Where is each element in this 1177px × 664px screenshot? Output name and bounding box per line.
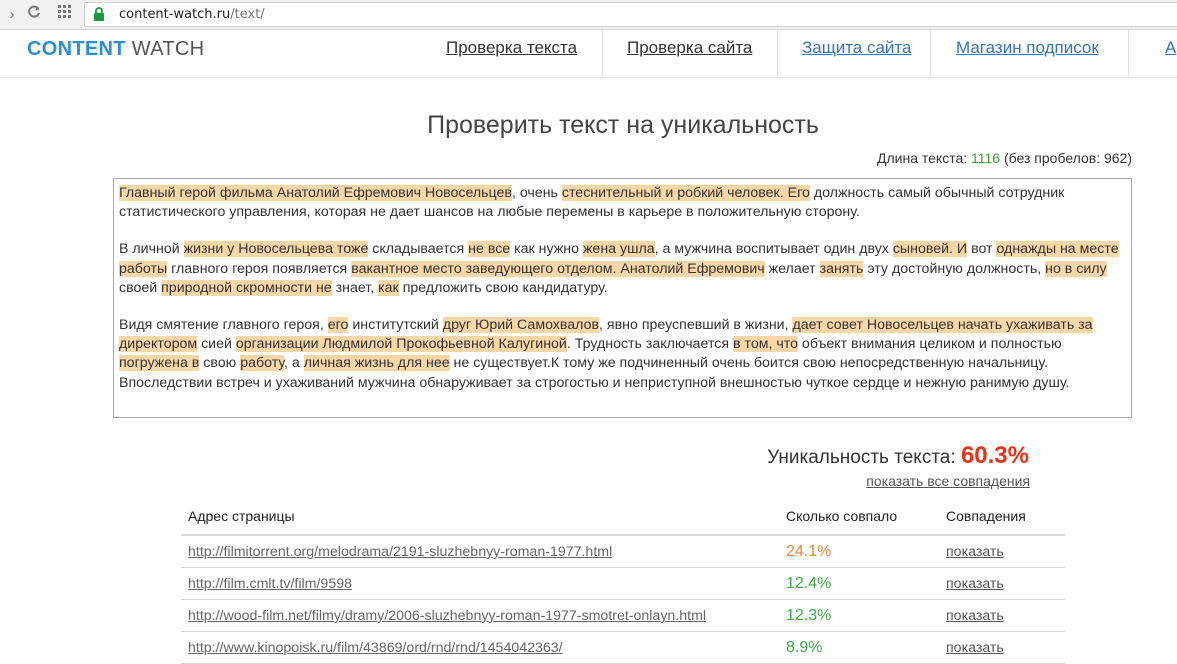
nav-subscription-shop[interactable]: Магазин подписок	[956, 30, 1099, 77]
table-row: http://film.cmlt.tv/film/9598 12.4% пока…	[181, 568, 1065, 600]
nav-item-truncated[interactable]: А	[1165, 30, 1176, 77]
matched-fragment: природной скромности не	[161, 279, 332, 296]
nav-divider	[602, 30, 603, 77]
nav-check-site[interactable]: Проверка сайта	[627, 30, 752, 77]
text-fragment: своей	[119, 279, 162, 296]
result-url-link[interactable]: http://wood-film.net/filmy/dramy/2006-sl…	[188, 607, 706, 625]
table-header: Адрес страницы Сколько совпало Совпадени…	[181, 500, 1065, 536]
lock-icon	[93, 7, 107, 22]
table-row: http://wood-film.net/filmy/dramy/2006-sl…	[181, 600, 1065, 632]
text-fragment: , явно преуспевший в жизни,	[599, 317, 793, 334]
text-length: Длина текста: 1116 (без пробелов: 962)	[877, 150, 1132, 166]
text-fragment: объект внимания целиком и полностью	[797, 336, 1062, 353]
result-url-link[interactable]: http://www.kinopoisk.ru/film/43869/ord/r…	[188, 639, 563, 657]
nav-divider	[930, 30, 931, 77]
nav-divider	[1128, 30, 1129, 77]
text-length-value: 1116	[971, 150, 1001, 166]
page-title: Проверить текст на уникальность	[427, 111, 819, 139]
show-match-link[interactable]: показать	[946, 607, 1004, 625]
text-fragment: желает	[764, 260, 820, 277]
match-percent: 24.1%	[786, 543, 832, 560]
matched-fragment: стеснительный и робкий человек. Его	[561, 185, 810, 201]
apps-icon[interactable]	[55, 5, 75, 25]
matched-fragment: вакантное место заведующего отделом. Ана…	[351, 260, 765, 277]
result-url-link[interactable]: http://film.cmlt.tv/film/9598	[188, 575, 352, 593]
text-fragment: как нужно	[510, 241, 583, 258]
matched-fragment: не все	[468, 241, 511, 258]
column-header-address: Адрес страницы	[188, 508, 295, 524]
matched-fragment: погружена в	[119, 355, 200, 372]
site-header: CONTENT WATCH Проверка текста Проверка са…	[0, 30, 1177, 78]
matched-fragment: друг Юрий Самохвалов	[442, 317, 600, 334]
text-fragment: знает,	[331, 279, 379, 296]
matched-fragment: Главный герой фильма Анатолий Ефремович …	[119, 185, 512, 201]
match-percent: 8.9%	[786, 639, 823, 656]
address-bar[interactable]: content-watch.ru/text/	[84, 2, 1177, 27]
text-fragment: институтский	[348, 317, 443, 334]
text-fragment: эту достойную должность,	[863, 260, 1046, 277]
nav-site-protection[interactable]: Защита сайта	[802, 30, 911, 77]
column-header-matched: Сколько совпало	[786, 508, 898, 524]
text-fragment: складывается	[368, 241, 469, 258]
uniqueness-result: Уникальность текста: 60.3%	[767, 442, 1029, 469]
forward-icon[interactable]: ›	[2, 5, 22, 25]
nav-divider	[777, 30, 778, 77]
column-header-matches: Совпадения	[946, 508, 1026, 524]
uniqueness-value: 60.3%	[960, 442, 1029, 469]
matched-fragment: жизни у Новосельцева тоже	[183, 241, 369, 258]
site-logo[interactable]: CONTENT WATCH	[27, 37, 204, 61]
browser-toolbar: › content-watch.ru/text/	[0, 0, 1177, 30]
matched-fragment: как	[378, 279, 399, 296]
text-paragraph: В личной жизни у Новосельцева тоже склад…	[119, 240, 1125, 298]
text-fragment: , а мужчина воспитывает один двух	[654, 241, 893, 258]
text-fragment: главного героя появляется	[167, 260, 352, 277]
text-input-area[interactable]: Главный герой фильма Анатолий Ефремович …	[113, 178, 1132, 418]
matched-fragment: личная жизнь для нее	[303, 355, 450, 372]
text-fragment: предложить свою кандидатуру.	[398, 279, 608, 296]
table-row: http://www.kinopoisk.ru/film/43869/ord/r…	[181, 632, 1065, 664]
show-all-matches-link[interactable]: показать все совпадения	[866, 472, 1030, 490]
text-paragraph: Видя смятение главного героя, его инстит…	[119, 316, 1125, 393]
text-fragment: , а	[284, 355, 304, 372]
match-percent: 12.4%	[786, 575, 832, 592]
text-fragment: вот	[967, 241, 997, 258]
reload-icon[interactable]	[24, 5, 44, 25]
text-fragment: сией	[197, 336, 236, 353]
text-paragraph: Главный герой фильма Анатолий Ефремович …	[119, 184, 1125, 222]
text-fragment: , очень	[511, 185, 562, 201]
result-url-link[interactable]: http://filmitorrent.org/melodrama/2191-s…	[188, 543, 612, 561]
show-match-link[interactable]: показать	[946, 639, 1004, 657]
matched-fragment: занять	[819, 260, 864, 277]
matched-fragment: жена ушла	[582, 241, 655, 258]
text-fragment: Видя смятение главного героя,	[119, 317, 328, 334]
results-table: Адрес страницы Сколько совпало Совпадени…	[181, 500, 1065, 664]
match-percent: 12.3%	[786, 607, 832, 624]
matched-fragment: сыновей. И	[892, 241, 968, 258]
show-match-link[interactable]: показать	[946, 543, 1004, 561]
matched-fragment: но в силу	[1045, 260, 1107, 277]
matched-fragment: его	[327, 317, 349, 334]
table-row: http://filmitorrent.org/melodrama/2191-s…	[181, 536, 1065, 568]
show-match-link[interactable]: показать	[946, 575, 1004, 593]
nav-check-text[interactable]: Проверка текста	[446, 30, 577, 77]
url-text: content-watch.ru/text/	[119, 7, 265, 22]
text-fragment: . Трудность заключается	[566, 336, 734, 353]
matched-fragment: организации Людмилой Прокофьевной Калуги…	[235, 336, 567, 353]
text-fragment: В личной	[119, 241, 184, 258]
matched-fragment: в том, что	[733, 336, 798, 353]
matched-fragment: работу	[240, 355, 285, 372]
text-fragment: свою	[199, 355, 241, 372]
